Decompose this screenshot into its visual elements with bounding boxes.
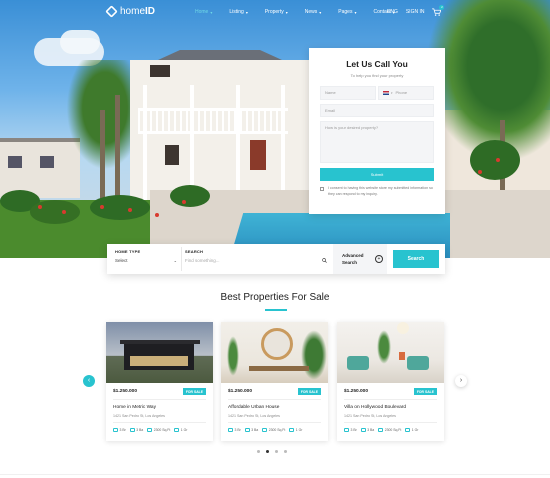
name-field[interactable]: Name [320, 86, 376, 100]
menu-item-home[interactable]: Home ▾ [195, 9, 212, 15]
carousel-pagination [257, 450, 287, 453]
phone-field[interactable]: ▾ Phone [378, 86, 434, 100]
property-price: $1.250.000 [113, 389, 138, 394]
top-nav: home ID Home ▾ Listing ▾ Property ▾ News ▾ Pa… [0, 0, 550, 26]
garage-icon [289, 428, 295, 432]
call-form-subtitle: To help you find your property [350, 73, 404, 78]
property-price: $1.250.000 [228, 389, 253, 394]
section-underline [265, 309, 287, 311]
area-icon [147, 428, 153, 432]
bath-icon [244, 428, 250, 432]
carousel-dot[interactable] [266, 450, 269, 453]
currency-selector[interactable]: ENG [387, 9, 398, 15]
search-input[interactable]: SEARCH Find something... [185, 249, 327, 264]
bed-icon [113, 428, 118, 432]
property-card[interactable]: $1.250.000 FOR SALE Villa on Hollywood B… [337, 322, 444, 441]
message-field[interactable]: How is your desired property? [320, 121, 434, 163]
carousel-dot[interactable] [284, 450, 287, 453]
menu-item-news[interactable]: News ▾ [305, 9, 322, 15]
menu-item-pages[interactable]: Pages ▾ [338, 9, 356, 15]
main-menu: Home ▾ Listing ▾ Property ▾ News ▾ Pages ▾ Co… [195, 9, 412, 15]
chevron-left-icon: ‹ [87, 377, 91, 384]
checkbox-icon [320, 187, 324, 191]
logo-prefix: home [120, 6, 146, 17]
section-title: Best Properties For Sale [220, 292, 330, 303]
chevron-down-icon: ▾ [354, 9, 357, 15]
property-address: 1421 San Pedro St, Los Angeles [228, 414, 280, 418]
cart-count-badge: 2 [439, 5, 445, 10]
home-type-value: Select [115, 258, 128, 263]
chevron-right-icon: › [459, 377, 463, 384]
search-placeholder: Find something... [185, 258, 220, 263]
property-name[interactable]: Villa on Hollywood Boulevard [344, 405, 406, 410]
logo[interactable]: home ID [105, 5, 156, 18]
plus-circle-icon: + [375, 255, 383, 263]
area-icon [378, 428, 384, 432]
property-card[interactable]: $1.250.000 FOR SALE Affordable Urban Hou… [221, 322, 328, 441]
consent-label: I consent to having this website store m… [328, 186, 433, 196]
chevron-down-icon: ▾ [391, 91, 393, 95]
for-sale-badge: FOR SALE [182, 388, 206, 395]
bed-icon [344, 428, 349, 432]
uk-flag-icon [383, 90, 389, 95]
bed-icon [228, 428, 233, 432]
property-name[interactable]: Affordable Urban House [228, 405, 279, 410]
nav-right: ENG SIGN IN 2 [387, 5, 445, 16]
submit-button[interactable]: Submit [320, 168, 434, 181]
property-card[interactable]: $1.250.000 FOR SALE Home in Metric Way 1… [106, 322, 213, 441]
menu-item-property[interactable]: Property ▾ [265, 9, 288, 15]
menu-item-listing[interactable]: Listing ▾ [229, 9, 247, 15]
property-image[interactable] [221, 322, 328, 383]
cart-button[interactable]: 2 [432, 5, 445, 16]
advanced-search-toggle[interactable]: Advanced Search + [333, 244, 387, 274]
chevron-down-icon: ⌄ [173, 258, 177, 263]
property-image[interactable] [106, 322, 213, 383]
chevron-down-icon: ▾ [285, 9, 288, 15]
bath-icon [360, 428, 366, 432]
home-type-select[interactable]: HOME TYPE Select ⌄ [115, 249, 177, 263]
garage-icon [174, 428, 180, 432]
area-icon [262, 428, 268, 432]
logo-bold: ID [145, 6, 156, 17]
chevron-down-icon: ▾ [245, 9, 248, 15]
for-sale-badge: FOR SALE [413, 388, 437, 395]
email-field[interactable]: Email [320, 104, 434, 117]
search-label: SEARCH [185, 249, 204, 254]
carousel-dot[interactable] [257, 450, 260, 453]
carousel-next-button[interactable]: › [455, 375, 467, 387]
logo-icon [105, 5, 118, 18]
carousel-prev-button[interactable]: ‹ [83, 375, 95, 387]
search-icon [322, 258, 327, 264]
for-sale-badge: FOR SALE [297, 388, 321, 395]
call-form-card: Let Us Call You To help you find your pr… [309, 48, 445, 214]
property-name[interactable]: Home in Metric Way [113, 405, 156, 410]
hero-banner [0, 0, 550, 258]
signin-link[interactable]: SIGN IN [406, 9, 425, 15]
property-address: 1421 San Pedro St, Los Angeles [344, 414, 396, 418]
property-address: 1421 San Pedro St, Los Angeles [113, 414, 165, 418]
bath-icon [129, 428, 135, 432]
property-image[interactable] [337, 322, 444, 383]
search-button[interactable]: Search [393, 250, 439, 268]
garage-icon [405, 428, 411, 432]
call-form-title: Let Us Call You [346, 59, 408, 69]
carousel-dot[interactable] [275, 450, 278, 453]
footer-divider [0, 474, 550, 475]
property-search-bar: HOME TYPE Select ⌄ SEARCH Find something… [107, 244, 445, 274]
property-price: $1.250.000 [344, 389, 369, 394]
consent-checkbox[interactable]: I consent to having this website store m… [320, 186, 440, 197]
chevron-down-icon: ▾ [210, 9, 213, 15]
home-type-label: HOME TYPE [115, 249, 141, 254]
chevron-down-icon: ▾ [319, 9, 322, 15]
